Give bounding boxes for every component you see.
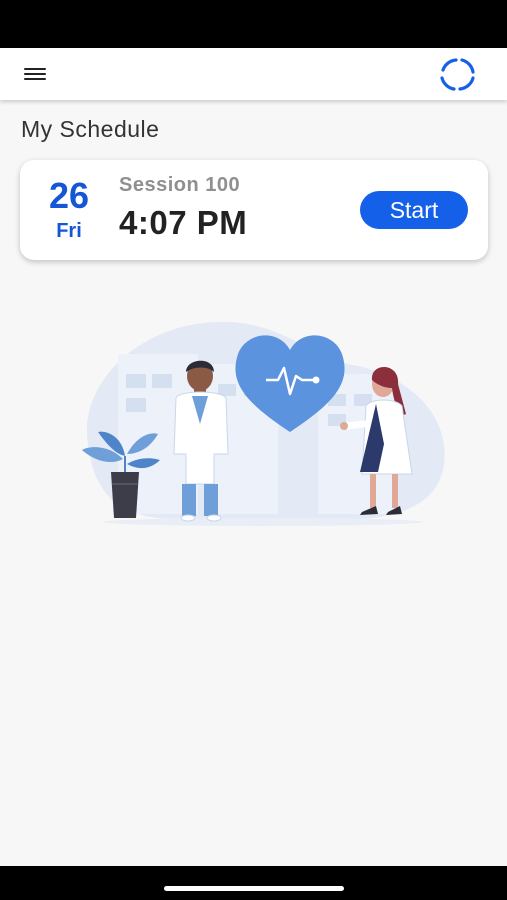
start-button[interactable]: Start [360, 191, 468, 229]
circular-logo-icon[interactable] [434, 54, 480, 94]
session-day: 26 [48, 175, 90, 216]
app-bar [0, 48, 507, 100]
session-name: Session 100 [119, 174, 241, 196]
status-bar [0, 0, 507, 48]
page-title: My Schedule [21, 116, 160, 142]
main-content: My Schedule 26 Fri Session 100 4:07 PM S… [0, 100, 507, 866]
hamburger-menu-icon[interactable] [24, 66, 46, 82]
home-indicator[interactable] [164, 886, 344, 891]
home-bar-area [0, 866, 507, 900]
doctors-illustration [82, 321, 445, 526]
session-time: 4:07 PM [119, 204, 248, 241]
session-weekday: Fri [56, 220, 82, 242]
session-card[interactable]: 26 Fri Session 100 4:07 PM Start [20, 160, 488, 260]
